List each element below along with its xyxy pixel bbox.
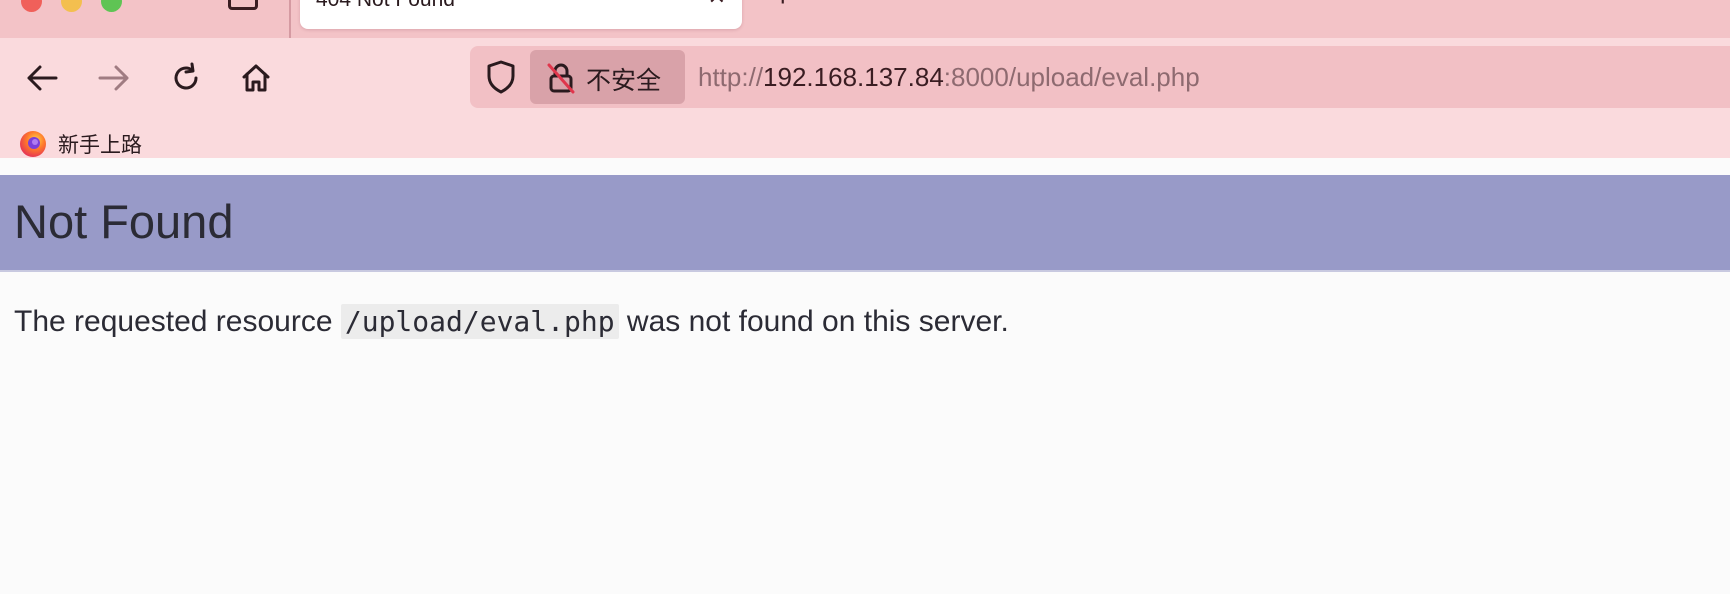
page-title: Not Found [14, 195, 234, 248]
connection-insecure-badge[interactable]: 不安全 [530, 50, 685, 104]
url-text[interactable]: http://192.168.137.84:8000/upload/eval.p… [698, 62, 1200, 93]
tab-strip: 404 Not Found ✕ + [0, 0, 1730, 38]
url-path: :8000/upload/eval.php [943, 62, 1200, 92]
tab-separator [289, 0, 291, 38]
close-icon[interactable]: ✕ [708, 0, 726, 10]
message-text-after: was not found on this server. [618, 305, 1009, 338]
shield-icon [487, 60, 515, 94]
reload-icon [174, 62, 198, 90]
message-text-before: The requested resource [14, 305, 341, 338]
url-scheme: http:// [698, 62, 764, 92]
bookmark-label: 新手上路 [58, 133, 142, 157]
bookmark-item[interactable]: 新手上路 [18, 130, 142, 158]
forward-button[interactable] [92, 56, 136, 100]
resource-path: /upload/eval.php [340, 304, 619, 339]
home-button[interactable] [234, 56, 278, 100]
tab-title: 404 Not Found [316, 0, 455, 12]
window-maximize-button[interactable] [101, 0, 122, 12]
home-icon [242, 64, 270, 92]
insecure-label: 不安全 [586, 66, 662, 95]
navigation-toolbar: 不安全 http://192.168.137.84:8000/upload/ev… [0, 38, 1730, 158]
plus-icon[interactable]: + [774, 0, 792, 14]
page-header: Not Found [0, 175, 1730, 272]
url-bar[interactable]: 不安全 http://192.168.137.84:8000/upload/ev… [470, 46, 1730, 108]
insecure-lock-icon [547, 63, 575, 94]
firefox-icon [20, 131, 46, 157]
reload-button[interactable] [164, 56, 208, 100]
back-arrow-icon [27, 65, 58, 91]
window-minimize-button[interactable] [61, 0, 82, 12]
tab-list-icon[interactable] [228, 0, 258, 10]
forward-arrow-icon [98, 65, 129, 91]
url-host: 192.168.137.84 [763, 62, 944, 92]
tab-active[interactable]: 404 Not Found ✕ [300, 0, 742, 29]
tracking-protection-button[interactable] [484, 59, 518, 95]
page-message: The requested resource /upload/eval.php … [14, 304, 1009, 339]
back-button[interactable] [20, 56, 64, 100]
window-close-button[interactable] [21, 0, 42, 12]
browser-window: 404 Not Found ✕ + [0, 0, 1730, 594]
